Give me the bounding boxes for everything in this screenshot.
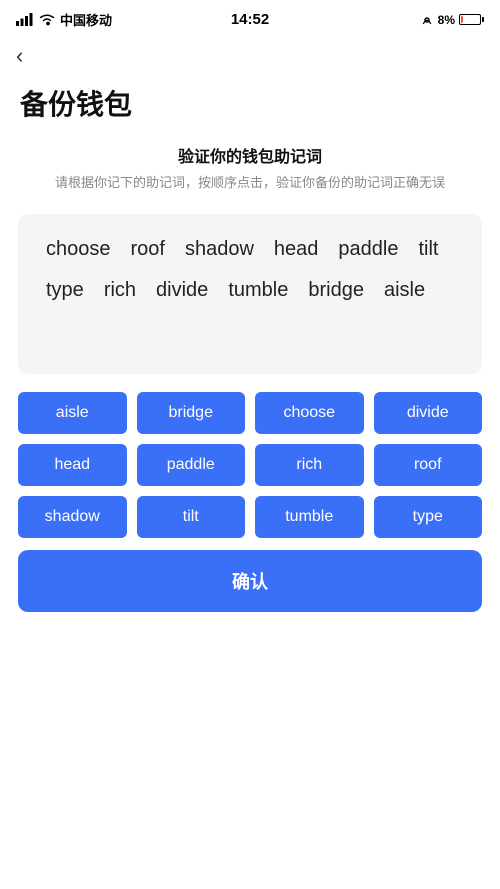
back-button[interactable]: ‹ [16, 41, 23, 71]
displayed-word[interactable]: rich [94, 275, 146, 306]
displayed-word[interactable]: divide [146, 275, 218, 306]
battery-percent: 8% [438, 13, 455, 27]
word-button[interactable]: paddle [137, 444, 246, 486]
nav-bar: ‹ [0, 33, 500, 71]
carrier-name: 中国移动 [60, 10, 112, 29]
displayed-word[interactable]: shadow [175, 234, 264, 265]
hotspot-icon [420, 13, 434, 27]
word-button[interactable]: tumble [255, 496, 364, 538]
status-time: 14:52 [231, 11, 269, 28]
displayed-word[interactable]: choose [36, 234, 121, 265]
page-title: 备份钱包 [0, 71, 500, 143]
word-buttons-grid: aislebridgechoosedivide headpaddlerichroo… [18, 392, 482, 538]
word-button[interactable]: divide [374, 392, 483, 434]
section-heading: 验证你的钱包助记词 请根据你记下的助记词，按顺序点击，验证你备份的助记词正确无误 [0, 143, 500, 200]
word-button[interactable]: bridge [137, 392, 246, 434]
status-carrier: 中国移动 [16, 10, 112, 29]
displayed-word[interactable]: paddle [328, 234, 408, 265]
word-button[interactable]: aisle [18, 392, 127, 434]
word-button[interactable]: type [374, 496, 483, 538]
section-subtitle: 请根据你记下的助记词，按顺序点击，验证你备份的助记词正确无误 [20, 173, 480, 194]
confirm-button[interactable]: 确认 [18, 550, 482, 612]
displayed-word[interactable]: roof [121, 234, 175, 265]
displayed-word[interactable]: tumble [218, 275, 298, 306]
back-arrow-icon: ‹ [16, 45, 23, 67]
word-display-box: chooseroofshadowheadpaddletilt typerichdi… [18, 214, 482, 374]
word-button[interactable]: head [18, 444, 127, 486]
battery-icon [459, 14, 484, 25]
displayed-word[interactable]: type [36, 275, 94, 306]
section-title: 验证你的钱包助记词 [20, 143, 480, 167]
word-button[interactable]: shadow [18, 496, 127, 538]
status-right: 8% [420, 13, 484, 27]
displayed-word[interactable]: aisle [374, 275, 435, 306]
displayed-word[interactable]: bridge [298, 275, 374, 306]
word-button[interactable]: roof [374, 444, 483, 486]
word-button[interactable]: tilt [137, 496, 246, 538]
word-button[interactable]: rich [255, 444, 364, 486]
displayed-word[interactable]: tilt [408, 234, 448, 265]
signal-icon [16, 13, 34, 26]
confirm-button-wrap: 确认 [18, 550, 482, 612]
wifi-icon [39, 14, 55, 26]
status-bar: 中国移动 14:52 8% [0, 0, 500, 33]
displayed-word[interactable]: head [264, 234, 329, 265]
word-button[interactable]: choose [255, 392, 364, 434]
